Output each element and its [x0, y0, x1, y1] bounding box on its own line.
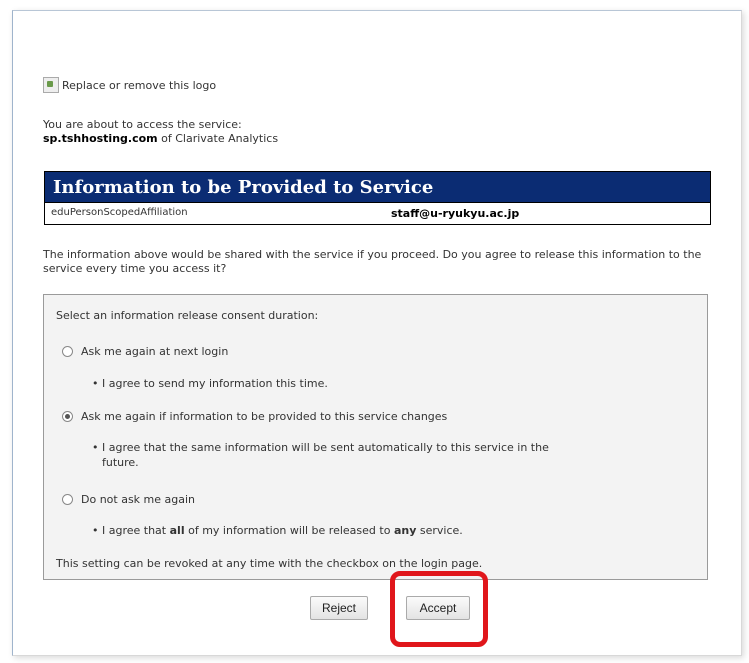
option-label[interactable]: Do not ask me again	[81, 493, 195, 506]
reject-button[interactable]: Reject	[310, 596, 368, 620]
table-row: eduPersonScopedAffiliation staff@u-ryuky…	[45, 202, 710, 224]
service-org: of Clarivate Analytics	[157, 132, 279, 145]
revoke-note: This setting can be revoked at any time …	[56, 557, 483, 570]
radio-ask-next-login[interactable]	[62, 346, 73, 357]
accept-highlight-box	[390, 571, 488, 647]
logo: Replace or remove this logo	[43, 77, 216, 93]
option-label[interactable]: Ask me again at next login	[81, 345, 228, 358]
attribute-name: eduPersonScopedAffiliation	[51, 207, 188, 218]
service-host: sp.tshhosting.com	[43, 132, 158, 145]
option-do-not-ask[interactable]: Do not ask me again	[62, 493, 195, 506]
option-ask-next-login[interactable]: Ask me again at next login	[62, 345, 228, 358]
option-description: • I agree to send my information this tim…	[92, 377, 328, 390]
option-ask-if-changes[interactable]: Ask me again if information to be provid…	[62, 410, 447, 423]
option-label[interactable]: Ask me again if information to be provid…	[81, 410, 447, 423]
option-description: • I agree that the same information will …	[92, 441, 549, 469]
info-table-header: Information to be Provided to Service	[45, 172, 710, 202]
intro-text: You are about to access the service:	[43, 118, 242, 131]
attribute-value: staff@u-ryukyu.ac.jp	[391, 207, 520, 220]
consent-question: The information above would be shared wi…	[43, 248, 702, 275]
logo-alt-text: Replace or remove this logo	[62, 78, 217, 92]
info-table: Information to be Provided to Service ed…	[44, 171, 711, 225]
radio-do-not-ask[interactable]	[62, 494, 73, 505]
consent-duration-box: Select an information release consent du…	[43, 294, 708, 580]
broken-image-icon	[43, 77, 59, 93]
radio-ask-if-changes[interactable]	[62, 411, 73, 422]
option-description: • I agree that all of my information will…	[92, 524, 463, 537]
consent-box-title: Select an information release consent du…	[56, 309, 319, 322]
service-intro: You are about to access the service: sp.…	[43, 118, 278, 146]
